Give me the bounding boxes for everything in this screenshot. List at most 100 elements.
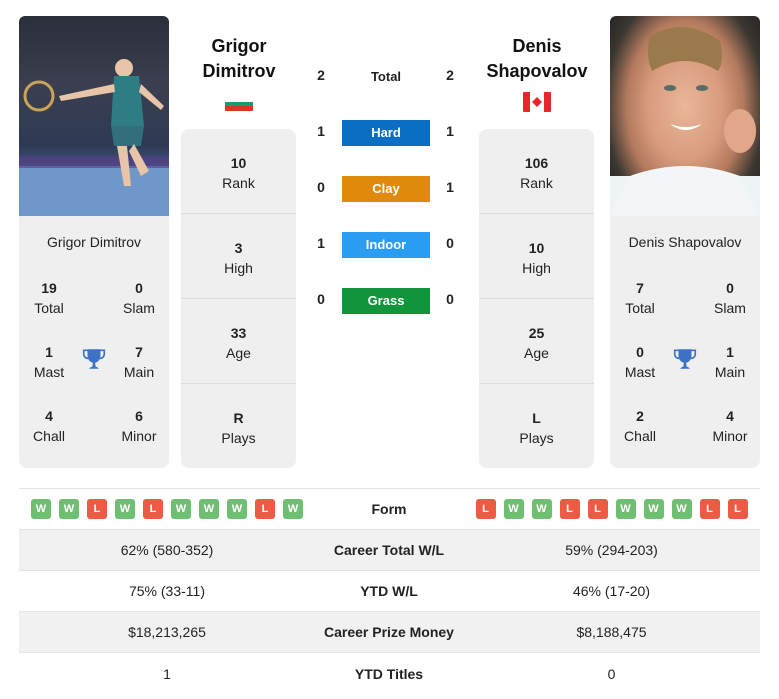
- h2h-total-label: Total: [370, 69, 402, 84]
- form-loss-badge[interactable]: L: [727, 499, 748, 519]
- surface-grass-badge[interactable]: Grass: [342, 288, 430, 314]
- stat-label: Slam: [123, 300, 155, 316]
- player1-photo[interactable]: [19, 16, 169, 216]
- form-loss-badge[interactable]: L: [699, 499, 720, 519]
- row-label: Career Total W/L: [333, 542, 445, 558]
- player2-rank: 106 Rank: [479, 129, 594, 214]
- player2-titles-main: 1 Main: [700, 342, 760, 382]
- table-row: $18,213,265 Career Prize Money $8,188,47…: [19, 612, 760, 653]
- player1-name[interactable]: Grigor Dimitrov: [19, 234, 169, 250]
- row-label: YTD W/L: [360, 583, 418, 599]
- form-win-badge[interactable]: W: [615, 499, 636, 519]
- player1-titles-slam: 0 Slam: [109, 278, 169, 318]
- player2-titles-chall: 2 Chall: [610, 406, 670, 446]
- stat-value: 1: [45, 344, 53, 360]
- form-win-badge[interactable]: W: [531, 499, 552, 519]
- form-win-badge[interactable]: W: [503, 499, 524, 519]
- table-row: 1 YTD Titles 0: [19, 653, 760, 694]
- player1-plays: R Plays: [181, 384, 296, 469]
- form-win-badge[interactable]: W: [283, 499, 303, 519]
- stat-label: High: [224, 260, 253, 276]
- table-row: 62% (580-352) Career Total W/L 59% (294-…: [19, 530, 760, 571]
- player1-rank: 10 Rank: [181, 129, 296, 214]
- form-win-badge[interactable]: W: [171, 499, 191, 519]
- form-loss-badge[interactable]: L: [87, 499, 107, 519]
- player2-titles-slam: 0 Slam: [700, 278, 760, 318]
- player2-prize-money: $8,188,475: [576, 624, 647, 640]
- h2h-clay-p1: 0: [317, 179, 325, 195]
- trophy-icon: [82, 349, 106, 369]
- h2h-clay-p2: 1: [446, 179, 454, 195]
- stat-value: 1: [726, 344, 734, 360]
- player2-career-wl: 59% (294-203): [565, 542, 658, 558]
- player2-high: 10 High: [479, 214, 594, 299]
- tennis-player-image: [19, 59, 169, 216]
- h2h-hard-p2: 1: [446, 123, 454, 139]
- player1-ytd-titles: 1: [163, 665, 171, 682]
- form-win-badge[interactable]: W: [59, 499, 79, 519]
- surface-clay-badge[interactable]: Clay: [342, 176, 430, 202]
- stat-value: 0: [636, 344, 644, 360]
- stat-value: 10: [230, 155, 247, 171]
- stat-label: Plays: [519, 430, 554, 446]
- form-loss-badge[interactable]: L: [559, 499, 580, 519]
- form-win-badge[interactable]: W: [31, 499, 51, 519]
- stat-label: High: [522, 260, 551, 276]
- form-loss-badge[interactable]: L: [475, 499, 496, 519]
- player1-prize-money: $18,213,265: [128, 624, 206, 640]
- player2-photo[interactable]: [610, 16, 760, 216]
- stat-value: 3: [234, 240, 243, 256]
- form-win-badge[interactable]: W: [115, 499, 135, 519]
- stat-label: Chall: [624, 428, 656, 444]
- stat-value: 0: [726, 280, 734, 296]
- stat-value: 6: [135, 408, 143, 424]
- stat-label: Total: [625, 300, 655, 316]
- player2-info-column: 106 Rank 10 High 25 Age L Plays: [479, 129, 594, 468]
- comparison-table: WWLWLWWWLW Form LWWLLWWWLL 62% (580-352)…: [19, 488, 760, 694]
- table-row: 75% (33-11) YTD W/L 46% (17-20): [19, 571, 760, 612]
- stat-label: Main: [123, 364, 155, 380]
- form-win-badge[interactable]: W: [671, 499, 692, 519]
- stat-value: 7: [636, 280, 644, 296]
- stat-label: Minor: [712, 428, 748, 444]
- form-loss-badge[interactable]: L: [255, 499, 275, 519]
- stat-value: 25: [528, 325, 545, 341]
- row-label: Career Prize Money: [324, 624, 454, 640]
- form-loss-badge[interactable]: L: [587, 499, 608, 519]
- stat-label: Rank: [222, 175, 255, 191]
- form-label: Form: [371, 501, 407, 517]
- player2-titles-minor: 4 Minor: [700, 406, 760, 446]
- player1-titles-chall: 4 Chall: [19, 406, 79, 446]
- form-loss-badge[interactable]: L: [143, 499, 163, 519]
- form-win-badge[interactable]: W: [227, 499, 247, 519]
- player2-ytd-titles: 0: [607, 665, 616, 682]
- player1-info-column: 10 Rank 3 High 33 Age R Plays: [181, 129, 296, 468]
- player1-titles-mast: 1 Mast: [19, 342, 79, 382]
- stat-value: L: [532, 410, 541, 426]
- player2-titles-card: Denis Shapovalov 7 Total 0 Slam 0 Mast 1…: [610, 216, 760, 468]
- stat-value: 19: [41, 280, 57, 296]
- stat-label: Mast: [33, 364, 65, 380]
- surface-hard-badge[interactable]: Hard: [342, 120, 430, 146]
- stat-value: 7: [135, 344, 143, 360]
- stat-label: Minor: [121, 428, 157, 444]
- player2-form-badges: LWWLLWWWLL: [463, 499, 760, 519]
- player1-career-wl: 62% (580-352): [120, 542, 214, 558]
- form-win-badge[interactable]: W: [643, 499, 664, 519]
- player2-heading[interactable]: Denis Shapovalov: [472, 34, 602, 84]
- player1-ytd-wl: 75% (33-11): [128, 583, 205, 599]
- player2-age: 25 Age: [479, 299, 594, 384]
- player1-titles-main: 7 Main: [109, 342, 169, 382]
- player1-heading[interactable]: Grigor Dimitrov: [174, 34, 304, 84]
- stat-value: 2: [636, 408, 644, 424]
- bulgaria-flag-icon: [225, 97, 253, 111]
- surface-indoor-badge[interactable]: Indoor: [342, 232, 430, 258]
- player2-name[interactable]: Denis Shapovalov: [610, 234, 760, 250]
- stat-value: 4: [726, 408, 734, 424]
- stat-value: 10: [528, 240, 545, 256]
- player2-titles-total: 7 Total: [610, 278, 670, 318]
- form-win-badge[interactable]: W: [199, 499, 219, 519]
- stat-value: 106: [524, 155, 549, 171]
- h2h-total-p1: 2: [317, 67, 325, 83]
- stat-label: Mast: [624, 364, 656, 380]
